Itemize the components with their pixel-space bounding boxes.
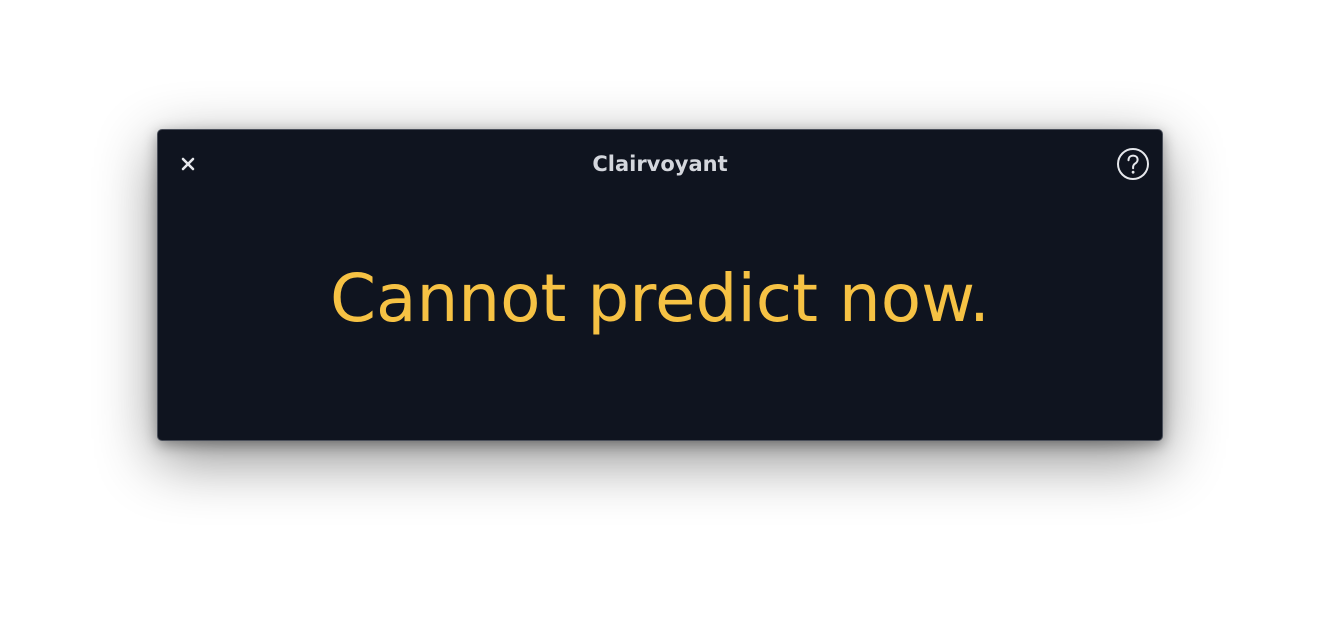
desktop-background: Clairvoyant Cannot predict now.	[0, 0, 1322, 628]
help-button[interactable]	[1116, 147, 1150, 181]
help-icon	[1117, 148, 1149, 180]
titlebar: Clairvoyant	[158, 130, 1162, 198]
app-window: Clairvoyant Cannot predict now.	[157, 129, 1163, 441]
window-title: Clairvoyant	[592, 152, 728, 176]
prediction-text: Cannot predict now.	[329, 260, 991, 337]
prediction-area: Cannot predict now.	[158, 198, 1162, 440]
